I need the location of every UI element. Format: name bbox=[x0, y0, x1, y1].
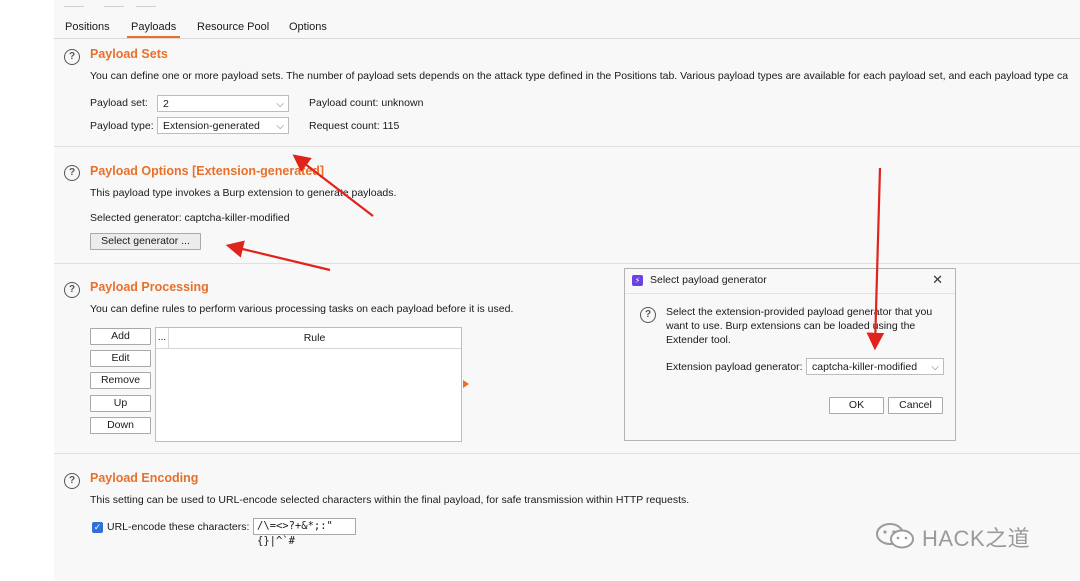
check-icon: ✓ bbox=[93, 522, 102, 532]
url-encode-checkbox[interactable]: ✓ bbox=[92, 522, 103, 533]
tab-options[interactable]: Options bbox=[285, 18, 331, 37]
cancel-button[interactable]: Cancel bbox=[888, 397, 943, 414]
payload-count: Payload count: unknown bbox=[309, 97, 424, 109]
edit-rule-button[interactable]: Edit bbox=[90, 350, 151, 367]
payload-processing-title: Payload Processing bbox=[90, 280, 209, 294]
section-divider bbox=[54, 453, 1080, 454]
payload-type-select[interactable]: Extension-generated ⌵ bbox=[157, 117, 289, 134]
tab-resource-pool[interactable]: Resource Pool bbox=[193, 18, 273, 37]
request-count: Request count: 115 bbox=[309, 120, 400, 132]
burp-app-icon: ⚡ bbox=[632, 275, 643, 286]
rules-table[interactable]: ... Rule bbox=[155, 327, 462, 442]
add-rule-button[interactable]: Add bbox=[90, 328, 151, 345]
close-icon[interactable]: ✕ bbox=[932, 272, 943, 288]
ok-button[interactable]: OK bbox=[829, 397, 884, 414]
dialog-description: Select the extension-provided payload ge… bbox=[666, 306, 933, 346]
url-encode-characters-input[interactable]: /\=<>?+&*;:"{}|^`# bbox=[253, 518, 356, 547]
help-circle-icon[interactable]: ? bbox=[64, 49, 80, 65]
rules-table-header: ... Rule bbox=[156, 328, 461, 349]
toolbar-fragment bbox=[104, 0, 124, 7]
down-rule-button[interactable]: Down bbox=[90, 417, 151, 434]
extension-generator-label: Extension payload generator: bbox=[666, 361, 803, 373]
url-encode-label: URL-encode these characters: bbox=[107, 521, 250, 533]
select-payload-generator-dialog: ⚡ Select payload generator ✕ ? Select th… bbox=[624, 268, 956, 441]
remove-rule-button[interactable]: Remove bbox=[90, 372, 151, 389]
payload-set-select[interactable]: 2 ⌵ bbox=[157, 95, 289, 112]
tab-positions[interactable]: Positions bbox=[61, 18, 114, 37]
extension-generator-value: captcha-killer-modified bbox=[812, 361, 918, 373]
tab-bar: Positions Payloads Resource Pool Options bbox=[54, 18, 1080, 39]
up-rule-button[interactable]: Up bbox=[90, 395, 151, 412]
selected-generator: Selected generator: captcha-killer-modif… bbox=[90, 212, 290, 224]
table-col-rule[interactable]: Rule bbox=[168, 328, 461, 348]
expand-arrow-icon[interactable] bbox=[463, 380, 469, 388]
toolbar-fragment bbox=[136, 0, 156, 7]
payload-type-label: Payload type: bbox=[90, 120, 154, 132]
help-circle-icon: ? bbox=[640, 307, 656, 323]
toolbar-fragment bbox=[64, 0, 84, 7]
chevron-down-icon: ⌵ bbox=[276, 99, 284, 110]
chevron-down-icon: ⌵ bbox=[276, 121, 284, 132]
payload-options-description: This payload type invokes a Burp extensi… bbox=[90, 187, 397, 199]
payload-set-label: Payload set: bbox=[90, 97, 148, 109]
select-generator-button[interactable]: Select generator ... bbox=[90, 233, 201, 250]
payload-encoding-title: Payload Encoding bbox=[90, 471, 199, 485]
chevron-down-icon: ⌵ bbox=[931, 362, 939, 373]
payload-sets-title: Payload Sets bbox=[90, 47, 168, 61]
watermark-text: HACK之道 bbox=[922, 526, 1031, 551]
watermark: HACK之道 bbox=[874, 519, 1054, 551]
top-toolbar-fragment bbox=[54, 0, 1080, 18]
section-divider bbox=[54, 146, 1080, 147]
tab-payloads[interactable]: Payloads bbox=[127, 18, 181, 38]
help-circle-icon[interactable]: ? bbox=[64, 165, 80, 181]
payload-set-value: 2 bbox=[163, 98, 169, 110]
help-circle-icon[interactable]: ? bbox=[64, 473, 80, 489]
help-circle-icon[interactable]: ? bbox=[64, 282, 80, 298]
section-divider bbox=[54, 263, 1080, 264]
payload-options-title: Payload Options [Extension-generated] bbox=[90, 164, 325, 178]
extension-generator-select[interactable]: captcha-killer-modified ⌵ bbox=[806, 358, 944, 375]
left-margin bbox=[0, 0, 54, 581]
dialog-titlebar: ⚡ Select payload generator ✕ bbox=[625, 269, 955, 294]
dialog-title: Select payload generator bbox=[650, 274, 767, 286]
payload-processing-description: You can define rules to perform various … bbox=[90, 303, 514, 315]
wechat-logo-icon bbox=[876, 523, 914, 549]
payload-encoding-description: This setting can be used to URL-encode s… bbox=[90, 494, 690, 506]
payload-sets-description: You can define one or more payload sets.… bbox=[90, 70, 1069, 82]
payload-type-value: Extension-generated bbox=[163, 120, 260, 132]
